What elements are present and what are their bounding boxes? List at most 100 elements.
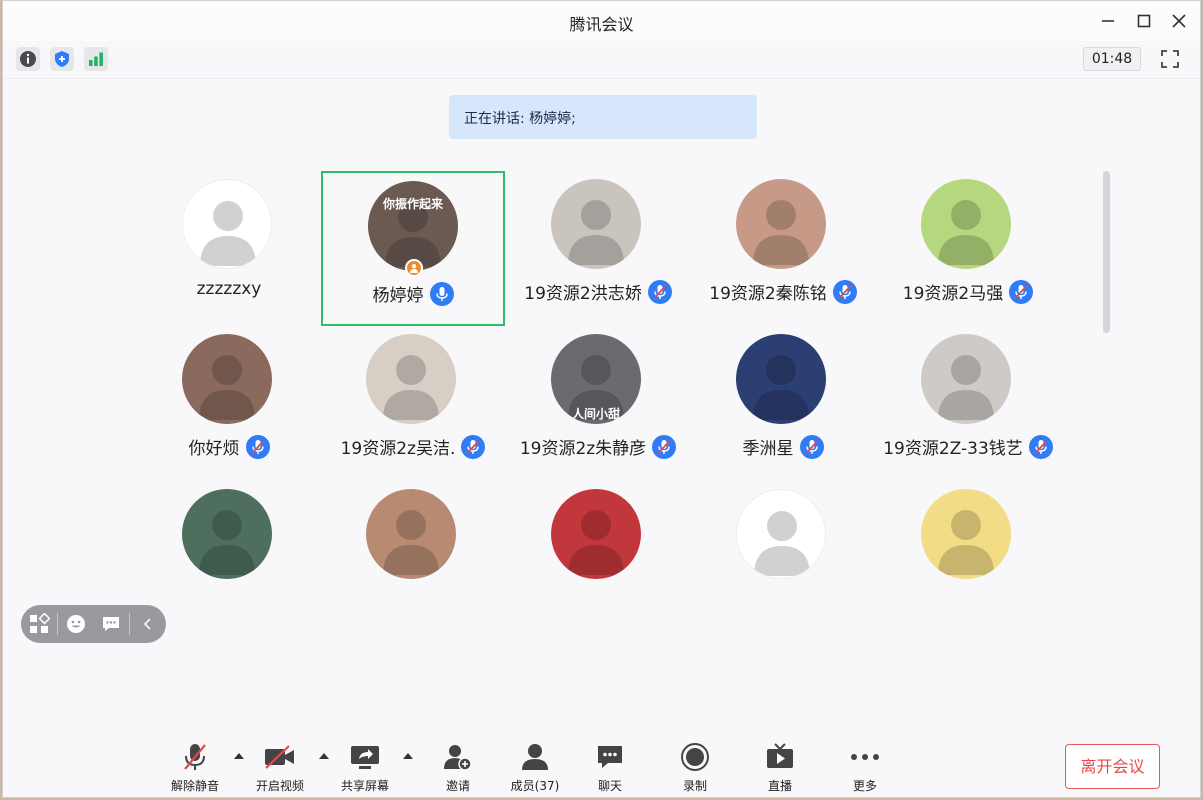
- info-icon: [20, 51, 36, 67]
- participant-tile[interactable]: 19资源2Z-33钱艺: [876, 326, 1060, 481]
- participant-tile[interactable]: [506, 481, 690, 636]
- participant-name-row: 19资源2马强: [876, 279, 1060, 304]
- participant-avatar: [182, 179, 272, 269]
- participant-name-row: zzzzzxy: [137, 279, 321, 299]
- participant-tile[interactable]: [876, 481, 1060, 636]
- start-video-button[interactable]: 开启视频: [240, 741, 320, 797]
- participant-tile[interactable]: 19资源2z吴洁.: [321, 326, 505, 481]
- close-button[interactable]: [1166, 9, 1192, 33]
- live-icon: [767, 743, 793, 768]
- participant-avatar: [551, 179, 641, 269]
- network-button[interactable]: [84, 47, 108, 71]
- participant-tile[interactable]: 19资源2洪志娇: [506, 171, 690, 326]
- participant-name-row: 季洲星: [691, 434, 875, 459]
- emoji-icon: [66, 615, 85, 633]
- emoji-button[interactable]: [58, 605, 94, 643]
- participant-name-row: 你好烦: [137, 434, 321, 459]
- start-video-label: 开启视频: [255, 779, 304, 793]
- minimize-icon: [1102, 20, 1114, 22]
- record-icon: [681, 743, 709, 771]
- participant-tile[interactable]: 季洲星: [691, 326, 875, 481]
- mic-muted-icon: [647, 279, 672, 304]
- layout-button[interactable]: [21, 605, 57, 643]
- chat-label: 聊天: [597, 779, 622, 793]
- mic-muted-icon: [652, 434, 677, 459]
- invite-icon: [444, 745, 472, 771]
- participant-tile[interactable]: 你振作起来 杨婷婷: [321, 171, 505, 326]
- unmute-button[interactable]: 解除静音: [155, 741, 235, 797]
- info-button[interactable]: [16, 47, 40, 71]
- participant-tile[interactable]: [691, 481, 875, 636]
- maximize-icon: [1137, 14, 1151, 28]
- share-screen-button[interactable]: 共享屏幕: [325, 741, 405, 797]
- participant-avatar: [182, 489, 272, 579]
- participant-avatar: [366, 334, 456, 424]
- participant-tile[interactable]: 你好烦: [137, 326, 321, 481]
- mic-muted-icon: [1028, 434, 1053, 459]
- meeting-timer: 01:48: [1083, 47, 1141, 71]
- participant-avatar: [736, 489, 826, 579]
- invite-label: 邀请: [445, 779, 470, 793]
- participant-tile[interactable]: zzzzzxy: [137, 171, 321, 326]
- fullscreen-icon: [1161, 50, 1179, 68]
- collapse-icon: [144, 618, 151, 630]
- participant-name-row: 19资源2洪志娇: [506, 279, 690, 304]
- floating-toolbar: [21, 605, 166, 643]
- share-options-caret[interactable]: [403, 753, 413, 759]
- participant-avatar: [551, 489, 641, 579]
- members-button[interactable]: 成员(37): [495, 741, 575, 797]
- share-screen-icon: [351, 746, 379, 769]
- grid-scrollbar[interactable]: [1103, 171, 1110, 333]
- live-button[interactable]: 直播: [740, 741, 820, 797]
- participant-name: 19资源2马强: [902, 284, 1004, 304]
- participant-name: 你好烦: [188, 439, 240, 459]
- participant-tile[interactable]: 19资源2马强: [876, 171, 1060, 326]
- signal-icon: [89, 52, 103, 66]
- participant-name: 19资源2洪志娇: [524, 284, 642, 304]
- mic-muted-icon: [1009, 279, 1034, 304]
- mic-muted-icon: [461, 434, 486, 459]
- participant-name: 19资源2z吴洁.: [340, 439, 456, 459]
- mic-muted-icon: [799, 434, 824, 459]
- shield-icon: [55, 51, 69, 67]
- participant-name: zzzzzxy: [196, 279, 262, 299]
- invite-button[interactable]: 邀请: [418, 741, 498, 797]
- window-title: 腾讯会议: [569, 15, 634, 34]
- minimize-button[interactable]: [1095, 9, 1121, 33]
- chat-button[interactable]: 聊天: [570, 741, 650, 797]
- muted-mic-icon: [184, 744, 206, 770]
- avatar-caption: 人间小甜: [571, 407, 620, 421]
- participant-avatar: [736, 334, 826, 424]
- info-bar: 01:48: [3, 41, 1200, 79]
- mic-muted-icon: [245, 434, 270, 459]
- chat-bubble-button[interactable]: [94, 605, 130, 643]
- participant-name-row: 杨婷婷: [323, 281, 503, 306]
- share-screen-label: 共享屏幕: [340, 779, 389, 793]
- collapse-button[interactable]: [130, 605, 166, 643]
- mic-muted-icon: [832, 279, 857, 304]
- members-label: 成员(37): [510, 779, 560, 793]
- more-button[interactable]: 更多: [825, 741, 905, 797]
- participant-tile[interactable]: 19资源2秦陈铭: [691, 171, 875, 326]
- participant-name-row: 19资源2秦陈铭: [691, 279, 875, 304]
- live-label: 直播: [767, 779, 792, 793]
- mic-icon: [429, 281, 454, 306]
- record-label: 录制: [682, 779, 707, 793]
- security-button[interactable]: [50, 47, 74, 71]
- host-badge-icon: [405, 259, 423, 277]
- participant-name-row: 19资源2Z-33钱艺: [876, 434, 1060, 459]
- participant-name: 杨婷婷: [372, 286, 424, 306]
- participant-tile[interactable]: 人间小甜 19资源2z朱静彦: [506, 326, 690, 481]
- speaking-banner: 正在讲话: 杨婷婷;: [449, 95, 757, 139]
- record-button[interactable]: 录制: [655, 741, 735, 797]
- participant-tile[interactable]: [321, 481, 505, 636]
- chat-icon: [598, 746, 622, 768]
- close-icon: [1172, 14, 1186, 28]
- fullscreen-button[interactable]: [1157, 46, 1183, 72]
- participant-name-row: 19资源2z吴洁.: [321, 434, 505, 459]
- maximize-button[interactable]: [1131, 9, 1157, 33]
- layout-icon: [29, 613, 50, 633]
- participant-avatar: [736, 179, 826, 269]
- leave-meeting-button[interactable]: 离开会议: [1065, 744, 1160, 789]
- participant-avatar: 人间小甜: [551, 334, 641, 424]
